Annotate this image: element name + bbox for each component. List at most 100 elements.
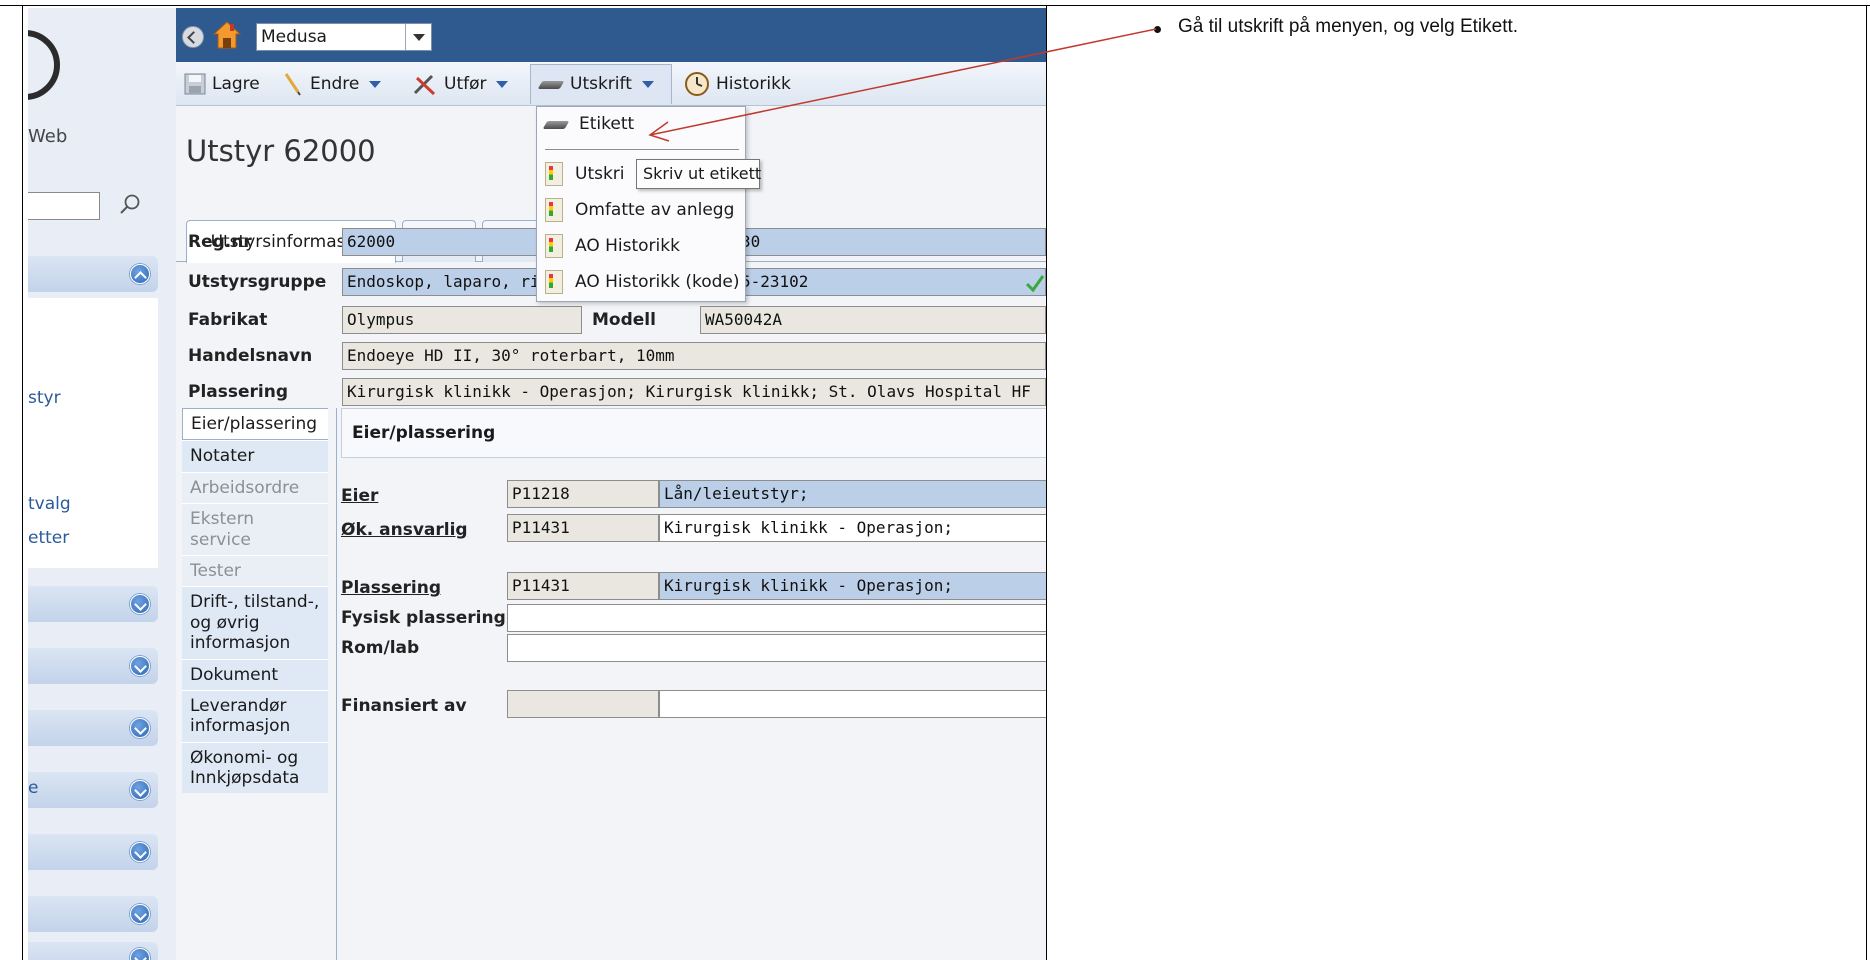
- sidebar-panel-header[interactable]: e: [28, 772, 158, 808]
- sidebar-panel-body: styr tvalg etter: [28, 298, 158, 568]
- finansiert-av-label: Finansiert av: [341, 696, 467, 716]
- edit-label: Endre: [310, 74, 360, 94]
- fysisk-plassering-field[interactable]: [507, 604, 1046, 632]
- menu-item-utskrift[interactable]: Utskri: [543, 159, 625, 189]
- sidebar-link[interactable]: tvalg: [28, 494, 71, 514]
- eier-label[interactable]: Eier: [341, 486, 378, 506]
- fabrikat-field[interactable]: Olympus: [342, 306, 582, 334]
- finansiert-code-field[interactable]: [507, 690, 659, 718]
- save-label: Lagre: [212, 74, 260, 94]
- menu-item-ao-historikk-kode-label: AO Historikk (kode): [575, 272, 740, 292]
- printer-icon: [543, 117, 569, 131]
- sidebar-panel-header[interactable]: [28, 648, 158, 684]
- table-divider: [1046, 5, 1047, 960]
- expand-icon[interactable]: [130, 594, 150, 614]
- handelsnavn-label: Handelsnavn: [188, 346, 313, 366]
- section-eier-plassering[interactable]: Eier/plassering: [182, 408, 328, 441]
- utstyrsgruppe-label: Utstyrsgruppe: [188, 272, 327, 292]
- sidebar-link[interactable]: styr: [28, 388, 61, 408]
- chevron-down-icon[interactable]: [405, 24, 431, 50]
- modell-field[interactable]: WA50042A: [700, 306, 1046, 334]
- app-screenshot: Web styr tvalg etter e Medusa Lagre Endr…: [28, 8, 1046, 960]
- eier-name-field[interactable]: Lån/leieutstyr;: [659, 480, 1046, 508]
- plassering-field[interactable]: Kirurgisk klinikk - Operasjon; Kirurgisk…: [342, 378, 1046, 406]
- bullet-dot: [1154, 26, 1161, 33]
- history-button[interactable]: Historikk: [684, 70, 791, 98]
- menu-item-etikett-label: Etikett: [579, 114, 635, 134]
- section-tester[interactable]: Tester: [182, 554, 328, 587]
- sidebar-panel-header[interactable]: [28, 710, 158, 746]
- system-select-value: Medusa: [261, 27, 327, 47]
- home-icon[interactable]: [212, 20, 242, 50]
- report-icon: [543, 161, 565, 187]
- ok-ansvarlig-label[interactable]: Øk. ansvarlig: [341, 520, 468, 540]
- back-icon[interactable]: [182, 26, 204, 48]
- ok-ansvarlig-code-field[interactable]: P11431: [507, 514, 659, 542]
- expand-icon[interactable]: [130, 780, 150, 800]
- search-input[interactable]: [28, 192, 100, 220]
- checkmark-icon: [1025, 275, 1045, 293]
- printer-icon: [538, 77, 564, 91]
- edit-button[interactable]: Endre: [282, 70, 382, 98]
- tooltip: Skriv ut etikett: [636, 159, 761, 189]
- pencil-icon: [284, 73, 301, 96]
- expand-icon[interactable]: [130, 904, 150, 924]
- history-label: Historikk: [716, 74, 791, 94]
- table-top-border: [0, 5, 1870, 6]
- chevron-down-icon: [641, 80, 654, 88]
- modell-label: Modell: [592, 310, 656, 330]
- section-nav: Eier/plassering Notater Arbeidsordre Eks…: [182, 408, 328, 794]
- rom-lab-label: Rom/lab: [341, 638, 420, 658]
- ok-ansvarlig-name-field[interactable]: Kirurgisk klinikk - Operasjon;: [659, 514, 1046, 542]
- expand-icon[interactable]: [130, 948, 150, 960]
- plassering-code-field[interactable]: P11431: [507, 572, 659, 600]
- execute-label: Utfør: [444, 74, 487, 94]
- table-left-border: [22, 5, 23, 960]
- sidebar-link[interactable]: e: [28, 778, 38, 798]
- menu-item-omfatte[interactable]: Omfatte av anlegg: [543, 195, 734, 225]
- logo: [28, 30, 60, 100]
- section-arbeidsordre[interactable]: Arbeidsordre: [182, 471, 328, 504]
- finansiert-name-field[interactable]: [659, 690, 1046, 718]
- section-leverandor[interactable]: Leverandør informasjon: [182, 689, 328, 742]
- system-select[interactable]: Medusa: [256, 23, 432, 51]
- expand-icon[interactable]: [130, 842, 150, 862]
- expand-icon[interactable]: [130, 718, 150, 738]
- save-button[interactable]: Lagre: [184, 70, 260, 98]
- report-icon: [543, 269, 565, 295]
- execute-button[interactable]: Utfør: [412, 70, 509, 98]
- collapse-icon[interactable]: [130, 264, 150, 284]
- section-dokument[interactable]: Dokument: [182, 658, 328, 690]
- menu-item-ao-historikk-kode[interactable]: AO Historikk (kode): [543, 267, 740, 297]
- sidebar-panel-header[interactable]: [28, 586, 158, 622]
- report-icon: [543, 233, 565, 259]
- print-button[interactable]: Utskrift: [538, 70, 654, 98]
- menu-item-etikett[interactable]: Etikett: [543, 109, 634, 139]
- tools-icon: [413, 74, 436, 96]
- eier-code-field[interactable]: P11218: [507, 480, 659, 508]
- section-drift-informasjon[interactable]: Drift-, tilstand-, og øvrig informasjon: [182, 586, 328, 659]
- sidebar-panel-header[interactable]: [28, 942, 158, 960]
- panel-title: Eier/plassering: [341, 408, 1046, 458]
- section-notater[interactable]: Notater: [182, 440, 328, 472]
- chevron-down-icon: [369, 80, 382, 88]
- search-button[interactable]: [108, 188, 152, 222]
- sidebar-panel-header[interactable]: [28, 896, 158, 932]
- menu-item-ao-historikk[interactable]: AO Historikk: [543, 231, 680, 261]
- table-right-border: [1866, 5, 1867, 960]
- chevron-down-icon: [496, 80, 509, 88]
- sidebar-link[interactable]: etter: [28, 528, 69, 548]
- plassering-name-field[interactable]: Kirurgisk klinikk - Operasjon;: [659, 572, 1046, 600]
- plassering-link-label[interactable]: Plassering: [341, 578, 441, 598]
- rom-lab-field[interactable]: [507, 634, 1046, 662]
- section-okonomi[interactable]: Økonomi- og Innkjøpsdata: [182, 741, 328, 794]
- handelsnavn-field[interactable]: Endoeye HD II, 30° roterbart, 10mm: [342, 342, 1046, 370]
- sidebar-panel-header[interactable]: [28, 834, 158, 870]
- clock-icon: [685, 72, 709, 96]
- sidebar-panel-header[interactable]: [28, 256, 158, 292]
- section-ekstern-service[interactable]: Ekstern service: [182, 503, 328, 555]
- utstyrsgruppe-code: 5-23102: [741, 272, 809, 291]
- save-icon: [184, 73, 206, 95]
- expand-icon[interactable]: [130, 656, 150, 676]
- menu-separator: [545, 149, 739, 150]
